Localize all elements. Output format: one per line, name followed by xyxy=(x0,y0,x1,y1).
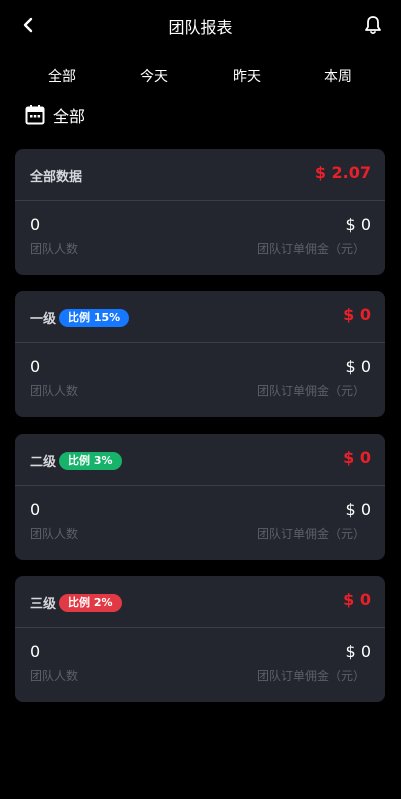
team-count-label: 团队人数 xyxy=(30,669,79,683)
card-header: 全部数据 $ 2.07 xyxy=(15,149,385,201)
card-total-amount: $ 0 xyxy=(343,448,371,467)
card-level-label: 二级 比例 3% xyxy=(30,451,122,470)
level-name: 二级 xyxy=(30,455,57,470)
team-count-label: 团队人数 xyxy=(30,527,79,541)
team-count-value: 0 xyxy=(30,500,41,519)
team-summary-card-level-1: 一级 比例 15% $ 0 0 团队人数 $ 0 团队订单佣金（元） xyxy=(15,291,385,417)
commission-value: $ 0 xyxy=(345,215,371,234)
team-count-label: 团队人数 xyxy=(30,384,79,398)
card-total-amount: $ 2.07 xyxy=(314,163,371,182)
time-range-tabs: 全部 今天 昨天 本周 xyxy=(0,66,401,90)
team-count-value: 0 xyxy=(30,642,41,661)
card-level-label: 三级 比例 2% xyxy=(30,593,122,612)
commission-label: 团队订单佣金（元） xyxy=(256,669,365,683)
card-total-amount: $ 0 xyxy=(343,590,371,609)
card-header: 三级 比例 2% $ 0 xyxy=(15,576,385,628)
team-count-value: 0 xyxy=(30,215,41,234)
commission-value: $ 0 xyxy=(345,500,371,519)
card-level-label: 一级 比例 15% xyxy=(30,308,130,327)
team-summary-card-level-2: 二级 比例 3% $ 0 0 团队人数 $ 0 团队订单佣金（元） xyxy=(15,434,385,560)
team-summary-card-all: 全部数据 $ 2.07 0 团队人数 $ 0 团队订单佣金（元） xyxy=(15,149,385,275)
commission-label: 团队订单佣金（元） xyxy=(256,527,365,541)
tab-this-week[interactable]: 本周 xyxy=(298,66,378,86)
card-level-label: 全部数据 xyxy=(30,166,82,185)
tab-today[interactable]: 今天 xyxy=(114,66,194,86)
commission-label: 团队订单佣金（元） xyxy=(256,242,365,256)
team-count-label: 团队人数 xyxy=(30,242,79,256)
date-filter-label: 全部 xyxy=(53,107,86,126)
page-title: 团队报表 xyxy=(168,18,233,37)
level-name: 三级 xyxy=(30,597,57,612)
app-header: 团队报表 xyxy=(0,0,401,52)
commission-value: $ 0 xyxy=(345,642,371,661)
card-header: 一级 比例 15% $ 0 xyxy=(15,291,385,343)
ratio-badge: 比例 2% xyxy=(59,593,122,612)
calendar-icon xyxy=(25,105,45,125)
back-button[interactable] xyxy=(18,15,38,35)
card-total-amount: $ 0 xyxy=(343,305,371,324)
tab-yesterday[interactable]: 昨天 xyxy=(207,66,287,86)
commission-label: 团队订单佣金（元） xyxy=(256,384,365,398)
ratio-badge: 比例 15% xyxy=(59,308,130,327)
level-name: 全部数据 xyxy=(30,170,83,185)
notification-button[interactable] xyxy=(362,14,384,36)
ratio-badge: 比例 3% xyxy=(59,451,122,470)
level-name: 一级 xyxy=(30,312,57,327)
team-summary-card-level-3: 三级 比例 2% $ 0 0 团队人数 $ 0 团队订单佣金（元） xyxy=(15,576,385,702)
tab-all[interactable]: 全部 xyxy=(22,66,102,86)
chevron-left-icon xyxy=(23,17,33,33)
team-count-value: 0 xyxy=(30,357,41,376)
bell-icon xyxy=(365,16,381,35)
commission-value: $ 0 xyxy=(345,357,371,376)
card-header: 二级 比例 3% $ 0 xyxy=(15,434,385,486)
date-filter[interactable]: 全部 xyxy=(25,103,85,127)
